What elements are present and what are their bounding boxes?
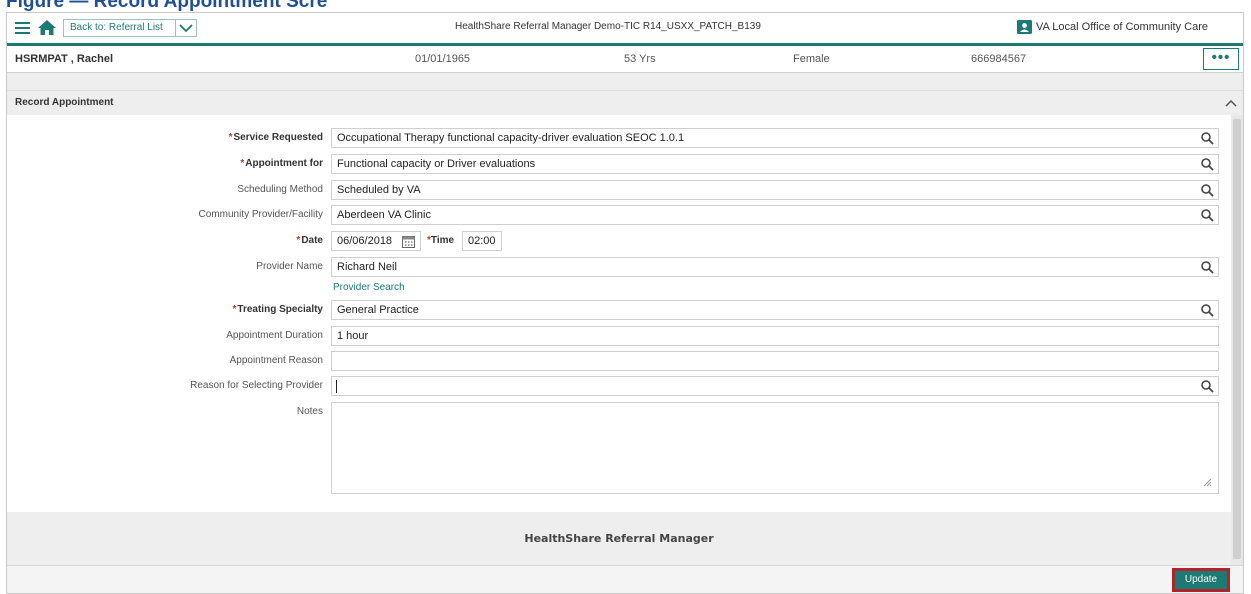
figure-caption: Figure — Record Appointment Scre — [6, 0, 328, 12]
notes-textarea[interactable] — [331, 402, 1219, 494]
home-icon[interactable] — [38, 20, 56, 35]
provider-name-label: Provider Name — [256, 261, 323, 272]
id-card-icon — [1017, 20, 1032, 34]
provider-name-row: Provider Name Richard Neil — [7, 257, 1231, 277]
appointment-duration-label: Appointment Duration — [226, 330, 323, 341]
patient-banner: HSRMPAT , Rachel 01/01/1965 53 Yrs Femal… — [7, 46, 1243, 73]
search-icon[interactable] — [1201, 132, 1214, 145]
service-requested-value: Occupational Therapy functional capacity… — [337, 132, 685, 144]
search-icon[interactable] — [1201, 380, 1214, 393]
section-header[interactable]: Record Appointment — [7, 90, 1243, 116]
date-label: *Date — [296, 235, 323, 246]
text-cursor — [336, 380, 337, 393]
appointment-for-field[interactable]: Functional capacity or Driver evaluation… — [331, 154, 1219, 174]
form-scrollbar[interactable] — [1231, 115, 1243, 565]
treating-specialty-label: *Treating Specialty — [232, 304, 324, 315]
community-provider-value: Aberdeen VA Clinic — [337, 209, 431, 221]
divider — [175, 20, 176, 36]
resize-handle-icon[interactable] — [1200, 477, 1212, 487]
date-time-row: *Date 06/06/2018 *Time 02:00 — [7, 231, 1231, 251]
appointment-for-value: Functional capacity or Driver evaluation… — [337, 158, 536, 170]
appointment-for-label: *Appointment for — [240, 158, 323, 169]
chevron-down-icon[interactable] — [178, 22, 194, 34]
reason-selecting-provider-row: Reason for Selecting Provider — [7, 376, 1231, 396]
appointment-for-row: *Appointment for Functional capacity or … — [7, 154, 1231, 174]
search-icon[interactable] — [1201, 158, 1214, 171]
patient-sex: Female — [793, 53, 830, 65]
provider-name-value: Richard Neil — [337, 261, 397, 273]
provider-name-field[interactable]: Richard Neil — [331, 257, 1219, 277]
notes-row: Notes — [7, 402, 1231, 494]
service-requested-field[interactable]: Occupational Therapy functional capacity… — [331, 128, 1219, 148]
scrollbar-thumb[interactable] — [1233, 119, 1241, 559]
scheduling-method-label: Scheduling Method — [237, 184, 323, 195]
chevron-up-icon[interactable] — [1225, 99, 1237, 107]
treating-specialty-row: *Treating Specialty General Practice — [7, 300, 1231, 320]
scheduling-method-value: Scheduled by VA — [337, 184, 421, 196]
patient-name: HSRMPAT , Rachel — [15, 53, 113, 65]
scheduling-method-field[interactable]: Scheduled by VA — [331, 180, 1219, 200]
search-icon[interactable] — [1201, 209, 1214, 222]
calendar-icon[interactable] — [402, 235, 415, 248]
patient-id: 666984567 — [971, 53, 1027, 65]
more-options-icon: ••• — [1211, 49, 1231, 66]
reason-selecting-provider-label: Reason for Selecting Provider — [190, 380, 323, 391]
section-title: Record Appointment — [15, 97, 114, 108]
back-to-referral-list-button[interactable]: Back to: Referral List — [63, 19, 197, 37]
top-bar: Back to: Referral List HealthShare Refer… — [7, 13, 1243, 46]
appointment-duration-value: 1 hour — [337, 330, 369, 342]
appointment-duration-field[interactable]: 1 hour — [331, 326, 1219, 346]
time-input[interactable]: 02:00 — [462, 231, 502, 251]
treating-specialty-field[interactable]: General Practice — [331, 300, 1219, 320]
appointment-form: *Service Requested Occupational Therapy … — [7, 115, 1231, 512]
app-title: HealthShare Referral Manager Demo-TIC R1… — [455, 21, 761, 32]
community-provider-label: Community Provider/Facility — [198, 209, 323, 220]
footer-brand: HealthShare Referral Manager — [524, 532, 714, 545]
footer-band: HealthShare Referral Manager — [7, 512, 1231, 565]
update-button[interactable]: Update — [1172, 568, 1230, 592]
community-provider-field[interactable]: Aberdeen VA Clinic — [331, 205, 1219, 225]
appointment-reason-row: Appointment Reason — [7, 351, 1231, 371]
appointment-reason-field[interactable] — [331, 351, 1219, 371]
time-label: *Time — [427, 235, 455, 246]
community-provider-row: Community Provider/Facility Aberdeen VA … — [7, 205, 1231, 225]
search-icon[interactable] — [1201, 261, 1214, 274]
search-icon[interactable] — [1201, 304, 1214, 317]
time-value: 02:00 — [468, 235, 496, 247]
appointment-duration-row: Appointment Duration 1 hour — [7, 326, 1231, 346]
scheduling-method-row: Scheduling Method Scheduled by VA — [7, 180, 1231, 200]
facility-name: VA Local Office of Community Care — [1036, 21, 1208, 33]
back-button-label: Back to: Referral List — [70, 22, 163, 33]
patient-age: 53 Yrs — [624, 53, 656, 65]
menu-icon[interactable] — [15, 22, 30, 34]
appointment-reason-label: Appointment Reason — [229, 355, 323, 366]
date-value: 06/06/2018 — [337, 235, 393, 247]
more-options-button[interactable]: ••• — [1203, 48, 1239, 70]
treating-specialty-value: General Practice — [337, 304, 419, 316]
service-requested-row: *Service Requested Occupational Therapy … — [7, 128, 1231, 148]
patient-dob: 01/01/1965 — [415, 53, 471, 65]
app-window: Back to: Referral List HealthShare Refer… — [6, 12, 1244, 594]
date-input[interactable]: 06/06/2018 — [331, 231, 421, 251]
provider-search-link[interactable]: Provider Search — [333, 282, 405, 293]
reason-selecting-provider-field[interactable] — [331, 376, 1219, 396]
service-requested-label: *Service Requested — [228, 132, 323, 143]
action-bar: Update — [7, 565, 1243, 593]
search-icon[interactable] — [1201, 184, 1214, 197]
notes-label: Notes — [296, 406, 323, 417]
